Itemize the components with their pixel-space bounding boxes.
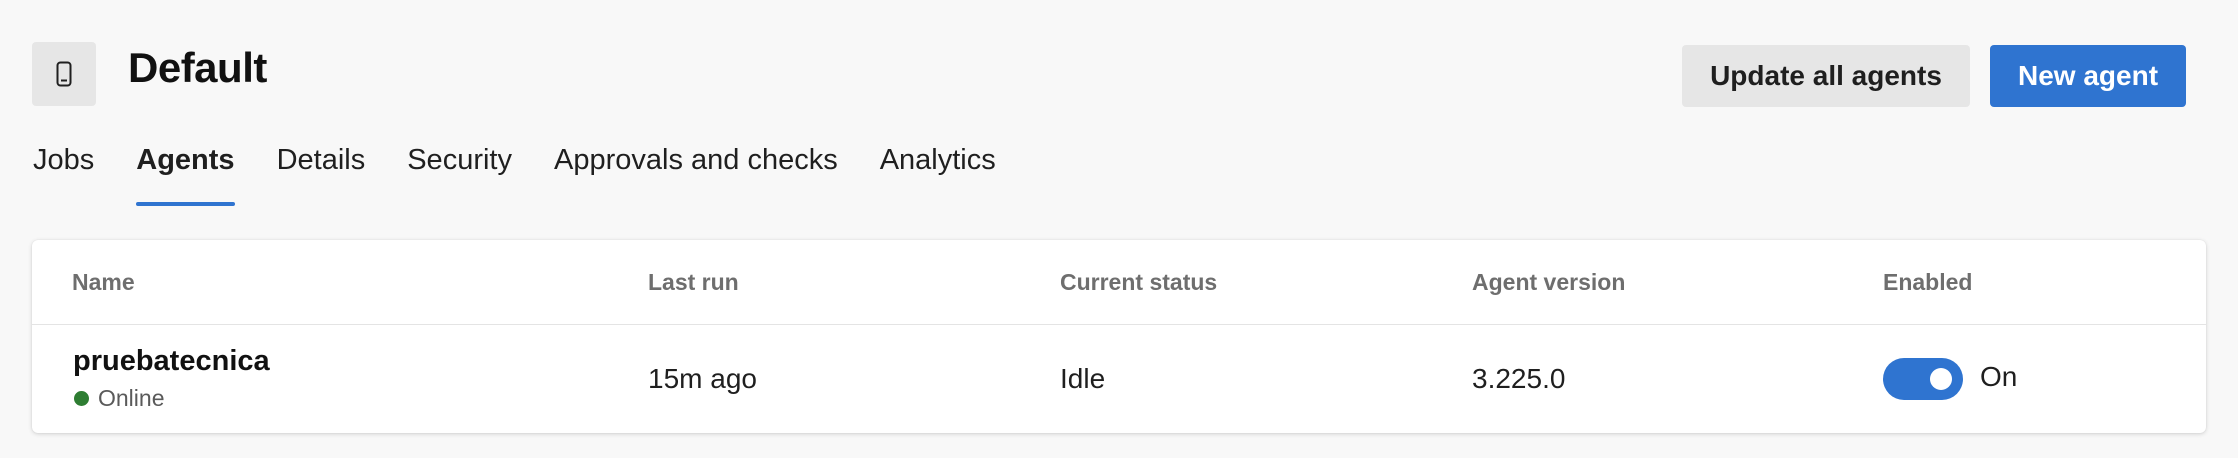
agent-online-status: Online [74,385,164,412]
column-header-current-status[interactable]: Current status [1060,268,1217,296]
tab-agents[interactable]: Agents [136,138,235,208]
tab-approvals-and-checks[interactable]: Approvals and checks [554,138,838,208]
current-status-value: Idle [1060,363,1106,394]
enabled-toggle[interactable] [1883,358,1963,400]
new-agent-button[interactable]: New agent [1990,45,2186,107]
agent-version-value: 3.225.0 [1472,363,1566,394]
tab-jobs[interactable]: Jobs [33,138,94,208]
toggle-knob [1930,368,1952,390]
online-status-dot-icon [74,391,89,406]
tab-security[interactable]: Security [407,138,512,208]
column-header-agent-version[interactable]: Agent version [1472,268,1625,296]
agent-name[interactable]: pruebatecnica [73,345,270,378]
last-run-value: 15m ago [648,363,757,394]
column-header-enabled[interactable]: Enabled [1883,268,1972,296]
column-header-last-run[interactable]: Last run [648,268,739,296]
agents-table: Name Last run Current status Agent versi… [32,240,2206,433]
tab-details[interactable]: Details [277,138,366,208]
table-row[interactable]: pruebatecnica Online 15m ago Idle 3.225.… [32,325,2206,433]
enabled-toggle-label: On [1980,361,2018,392]
online-status-label: Online [98,385,165,411]
phone-device-icon [32,42,96,106]
tab-bar: Jobs Agents Details Security Approvals a… [33,138,1038,208]
tab-analytics[interactable]: Analytics [880,138,996,208]
table-header-row: Name Last run Current status Agent versi… [32,240,2206,325]
update-all-agents-button[interactable]: Update all agents [1682,45,1970,107]
column-header-name[interactable]: Name [72,268,135,296]
agent-pool-page: Default Update all agents New agent Jobs… [0,0,2238,458]
page-title: Default [128,44,267,91]
